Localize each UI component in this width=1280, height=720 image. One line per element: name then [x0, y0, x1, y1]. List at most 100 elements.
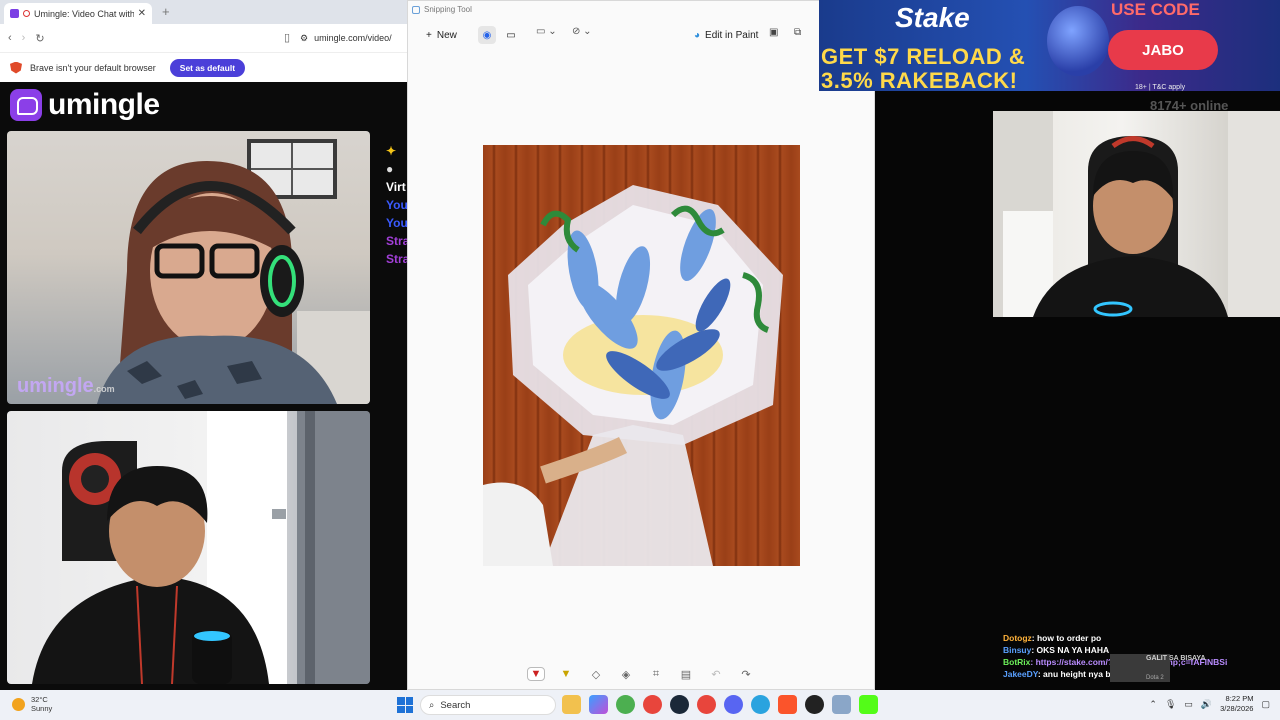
weather-text: 32°C Sunny — [31, 695, 52, 713]
plus-icon: + — [426, 29, 432, 41]
text-actions-icon[interactable]: ▤ — [677, 668, 695, 681]
ad-code-button[interactable]: JABO — [1108, 30, 1218, 70]
infobar-text: Brave isn't your default browser — [30, 62, 156, 73]
file-explorer-icon[interactable] — [562, 695, 581, 714]
bookmark-icon[interactable]: ▯ — [284, 31, 290, 44]
url-field[interactable]: ⚙ umingle.com/video/ — [300, 29, 410, 47]
eraser-icon[interactable]: ◇ — [587, 668, 605, 681]
set-as-default-button[interactable]: Set as default — [169, 58, 246, 77]
chat-bubble-icon — [10, 89, 42, 121]
snip-toolbar: + New ◉ ▭ ▭ ⌄ ⊘ ⌄ ◕ Edit in Paint ▣ ⧉ — [408, 21, 820, 49]
speaker-icon[interactable]: 🔊 — [1201, 699, 1212, 710]
close-tab-icon[interactable]: ✕ — [138, 8, 146, 19]
undo-icon[interactable]: ↶ — [707, 668, 725, 681]
system-tray: ⌃ 🎙 ▭ 🔊 8:22 PM 3/28/2026 ▢ — [1149, 694, 1270, 714]
captured-image — [483, 145, 800, 566]
ad-offer-line-1: GET $7 RELOAD & — [821, 44, 1026, 69]
video-watermark: umingle.com — [17, 375, 115, 398]
clock-time: 8:22 PM — [1225, 694, 1254, 703]
chrome-alt-icon[interactable] — [643, 695, 662, 714]
save-icon[interactable]: ▣ — [769, 27, 778, 38]
highlighter-icon[interactable]: ▼ — [557, 668, 575, 680]
stream-overlay-title: GALIT SA BISAYA — [1146, 655, 1206, 662]
browser-tab[interactable]: Umingle: Video Chat with Str ✕ — [4, 3, 152, 24]
self-video-feed — [32, 411, 370, 684]
kick-icon[interactable] — [859, 695, 878, 714]
notification-icon[interactable]: ▢ — [1261, 699, 1270, 710]
snip-titlebar: Snipping Tool — [412, 5, 472, 14]
tab-bar: Umingle: Video Chat with Str ✕ + — [0, 0, 410, 24]
microphone-icon[interactable]: 🎙 — [1165, 699, 1176, 710]
shapes-icon[interactable]: ◈ — [617, 668, 635, 681]
flower-bouquet-image — [483, 185, 783, 566]
snipping-tool-taskbar-icon[interactable] — [832, 695, 851, 714]
snip-mode-button[interactable]: ◉ — [478, 26, 496, 44]
new-snip-button[interactable]: + New — [420, 26, 463, 44]
delay-dropdown[interactable]: ⊘ ⌄ — [572, 26, 592, 37]
camera-icon: ◉ — [482, 29, 492, 41]
crop-icon[interactable]: ⌗ — [647, 668, 665, 681]
copilot-icon[interactable] — [589, 695, 608, 714]
telegram-icon[interactable] — [751, 695, 770, 714]
tab-title: Umingle: Video Chat with Str — [34, 8, 134, 19]
reload-icon[interactable]: ↻ — [35, 32, 44, 45]
site-logo[interactable]: umingle — [10, 88, 160, 122]
back-icon[interactable]: ‹ — [8, 32, 12, 44]
weather-widget[interactable]: 32°C Sunny — [12, 695, 52, 713]
steam-icon[interactable] — [670, 695, 689, 714]
snip-shape-dropdown[interactable]: ▭ ⌄ — [536, 26, 557, 37]
desktop: Umingle: Video Chat with Str ✕ + ‹ › ↻ ▯… — [0, 0, 1280, 720]
record-mode-button[interactable]: ▭ — [502, 26, 520, 44]
chrome-active-icon[interactable] — [697, 695, 716, 714]
ad-brand: Stake — [895, 2, 970, 33]
chat-user: JakeeDY — [1003, 669, 1038, 679]
display-icon[interactable]: ▭ — [1184, 699, 1193, 710]
clock[interactable]: 8:22 PM 3/28/2026 — [1220, 694, 1253, 714]
brave-icon[interactable] — [778, 695, 797, 714]
watermark-suffix: .com — [93, 384, 115, 394]
temperature: 32°C — [31, 695, 48, 704]
self-video — [7, 411, 370, 684]
brave-shield-icon — [10, 61, 22, 74]
new-label: New — [436, 29, 457, 41]
search-icon: ⌕ — [429, 699, 435, 711]
clock-date: 3/28/2026 — [1220, 704, 1254, 713]
new-tab-icon[interactable]: + — [162, 4, 170, 19]
chat-user: BotRix — [1003, 657, 1031, 667]
recording-icon — [23, 10, 30, 17]
search-label: Search — [440, 699, 471, 711]
start-button-icon[interactable] — [397, 697, 413, 713]
snipping-tool-window: Snipping Tool + New ◉ ▭ ▭ ⌄ ⊘ ⌄ ◕ Edit i… — [407, 0, 875, 690]
stranger-video-feed — [97, 139, 370, 404]
chat-text: : OKS NA YA HAHA — [1031, 645, 1110, 655]
taskbar-search[interactable]: ⌕ Search — [420, 695, 556, 715]
chat-text: : anu height nya bo? — [1037, 669, 1121, 679]
chevron-up-icon[interactable]: ⌃ — [1149, 699, 1157, 710]
redo-icon[interactable]: ↷ — [737, 668, 755, 681]
forward-icon[interactable]: › — [22, 32, 26, 44]
streamer-webcam — [993, 111, 1280, 317]
markup-toolbar: ▼ ▼ ◇ ◈ ⌗ ▤ ↶ ↷ — [408, 659, 874, 689]
pen-icon[interactable]: ▼ — [527, 667, 545, 681]
obs-icon[interactable] — [805, 695, 824, 714]
browser-window: Umingle: Video Chat with Str ✕ + ‹ › ↻ ▯… — [0, 0, 410, 690]
site-settings-icon[interactable]: ⚙ — [300, 33, 308, 44]
video-icon: ▭ — [506, 29, 516, 41]
watermark-text: umingle — [17, 375, 94, 397]
taskbar: 32°C Sunny ⌕ Search ⌃ 🎙 ▭ 🔊 8:22 PM 3/28… — [0, 690, 1280, 720]
snip-title: Snipping Tool — [424, 5, 472, 14]
ad-use-code: USE CODE — [1111, 0, 1200, 19]
stake-ad-banner[interactable]: Stake GET $7 RELOAD & 3.5% RAKEBACK! USE… — [819, 0, 1280, 91]
copy-icon[interactable]: ⧉ — [794, 27, 801, 38]
weather-condition: Sunny — [31, 704, 53, 713]
chat-user: Binsuy — [1003, 645, 1032, 655]
edit-in-paint-button[interactable]: ◕ Edit in Paint — [694, 25, 758, 45]
snipping-tool-icon — [412, 5, 420, 14]
chrome-icon[interactable] — [616, 695, 635, 714]
address-bar: ‹ › ↻ ▯ ⚙ umingle.com/video/ — [0, 24, 410, 52]
site-name: umingle — [48, 88, 160, 121]
discord-icon[interactable] — [724, 695, 743, 714]
default-browser-infobar: Brave isn't your default browser Set as … — [0, 52, 410, 82]
stream-overlay-subtitle: Dota 2 — [1146, 675, 1164, 681]
chat-text: : how to order po — [1031, 633, 1102, 643]
